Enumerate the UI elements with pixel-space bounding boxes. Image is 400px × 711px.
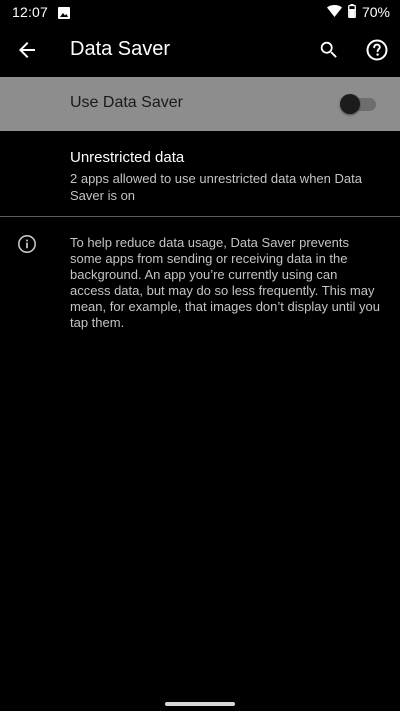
page-title: Data Saver [70,38,171,60]
image-notification-icon [58,6,71,19]
search-icon [320,41,337,58]
search-button[interactable] [317,38,341,62]
status-bar: 12:07 70% [0,0,400,24]
status-icons: 70% [326,3,390,21]
gesture-nav-handle[interactable] [165,702,235,706]
help-button[interactable] [364,37,390,63]
wifi-icon [326,4,342,20]
unrestricted-data-item[interactable]: Unrestricted data 2 apps allowed to use … [0,131,400,216]
unrestricted-data-title: Unrestricted data [70,149,185,166]
data-saver-description: To help reduce data usage, Data Saver pr… [70,235,381,330]
battery-percent: 70% [361,4,390,20]
use-data-saver-row[interactable]: Use Data Saver [0,77,400,131]
unrestricted-data-summary: 2 apps allowed to use unrestricted data … [70,171,362,203]
app-bar: Data Saver [0,24,400,76]
battery-icon [348,3,356,21]
data-saver-screen: 12:07 70% Data Saver Use Data Saver Unre… [0,0,400,711]
data-saver-switch[interactable] [340,94,376,114]
status-time: 12:07 [12,4,49,20]
back-button[interactable] [14,37,40,63]
help-icon [366,39,388,61]
info-icon [17,234,37,254]
arrow-back-icon [19,42,35,58]
divider [0,216,400,217]
switch-thumb [340,94,360,114]
use-data-saver-label: Use Data Saver [70,94,183,111]
